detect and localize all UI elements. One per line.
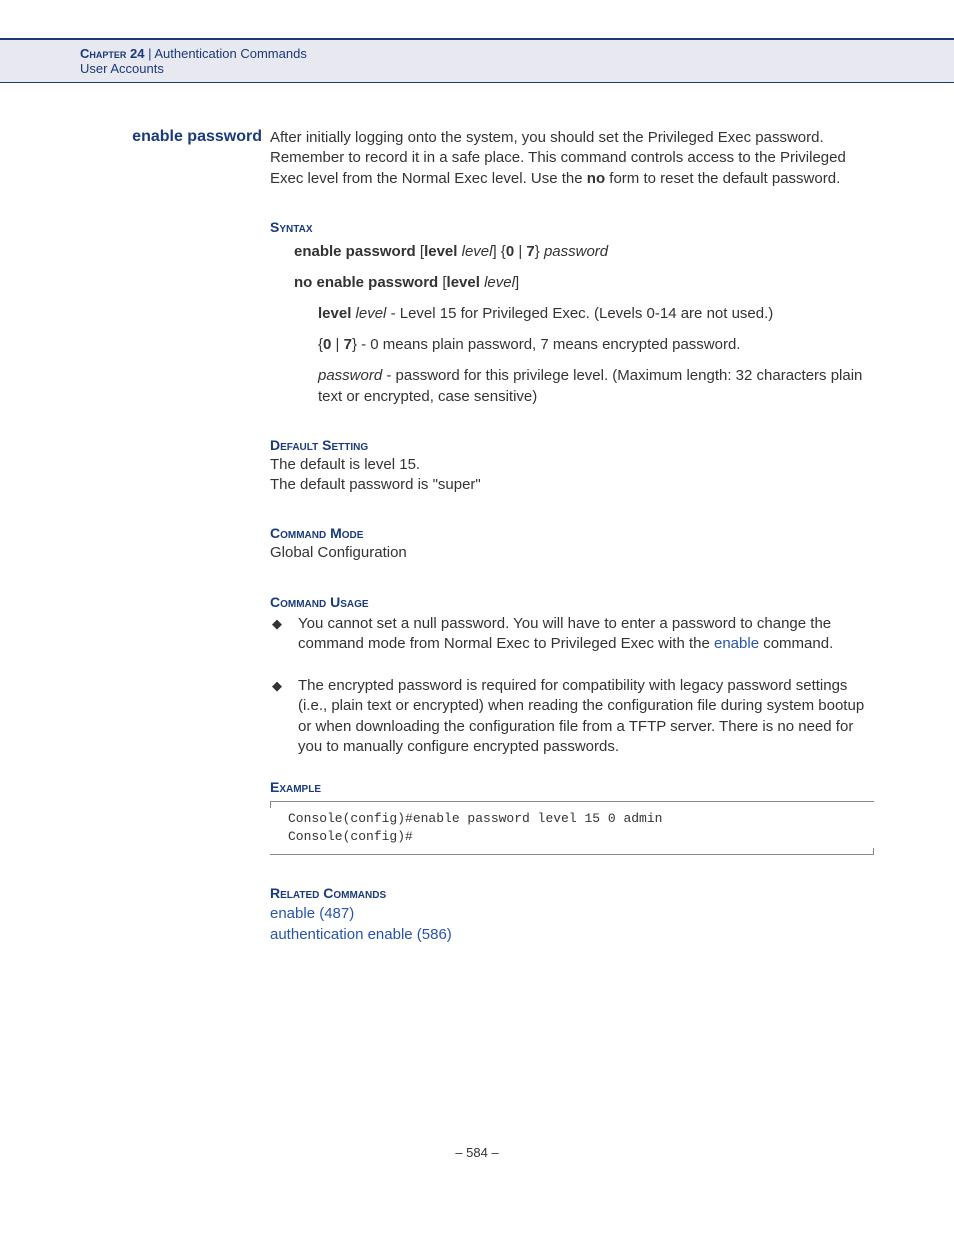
intro-text-2: form to reset the default password.: [605, 170, 840, 187]
syntax-label: Syntax: [270, 219, 874, 235]
command-title: enable password: [80, 128, 270, 146]
intro-paragraph: After initially logging onto the system,…: [270, 128, 874, 189]
related-link-2[interactable]: authentication enable (586): [270, 924, 874, 945]
syntax-cmd: enable password: [294, 243, 416, 260]
param-password: password - password for this privilege l…: [318, 365, 874, 407]
syntax-line-1: enable password [level level] {0 | 7} pa…: [294, 241, 874, 262]
example-label: Example: [270, 779, 874, 795]
related-link-1[interactable]: enable (487): [270, 903, 874, 924]
page-content: enable password After initially logging …: [0, 83, 954, 945]
command-body: After initially logging onto the system,…: [270, 128, 874, 945]
command-block: enable password After initially logging …: [80, 128, 874, 945]
usage-bullet-2: The encrypted password is required for c…: [270, 676, 874, 757]
usage-list: You cannot set a null password. You will…: [270, 614, 874, 758]
param-zero-seven: {0 | 7} - 0 means plain password, 7 mean…: [318, 334, 874, 355]
example-line2: Console(config)#: [288, 828, 874, 846]
header-section: Authentication Commands: [154, 46, 306, 61]
page-number: – 584 –: [0, 1145, 954, 1200]
page-header: Chapter 24 | Authentication Commands Use…: [0, 38, 954, 83]
default-line1: The default is level 15.: [270, 455, 874, 475]
default-label: Default Setting: [270, 437, 874, 453]
enable-link[interactable]: enable: [714, 635, 759, 652]
param-level: level level - Level 15 for Privileged Ex…: [318, 303, 874, 324]
mode-label: Command Mode: [270, 525, 874, 541]
usage-label: Command Usage: [270, 594, 874, 610]
header-subsection: User Accounts: [80, 61, 954, 76]
chapter-label: Chapter 24: [80, 46, 144, 61]
usage-bullet-1: You cannot set a null password. You will…: [270, 614, 874, 655]
default-line2: The default password is "super": [270, 475, 874, 495]
related-links: enable (487) authentication enable (586): [270, 903, 874, 945]
header-separator: |: [144, 46, 154, 61]
intro-no-bold: no: [587, 170, 605, 187]
header-chapter-line: Chapter 24 | Authentication Commands: [80, 46, 954, 61]
example-box: Console(config)#enable password level 15…: [270, 801, 874, 855]
related-label: Related Commands: [270, 885, 874, 901]
example-line1: Console(config)#enable password level 15…: [288, 810, 874, 828]
syntax-line-2: no enable password [level level]: [294, 272, 874, 293]
mode-text: Global Configuration: [270, 543, 874, 563]
